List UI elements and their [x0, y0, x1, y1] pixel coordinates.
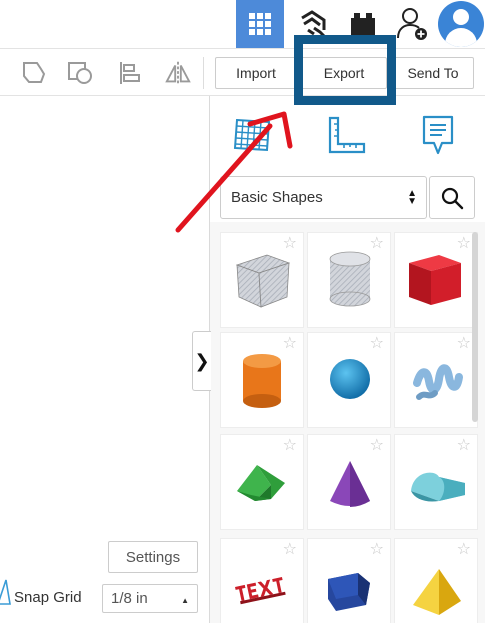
select-updown-icon: ▲ ▼ — [407, 188, 417, 207]
user-avatar-button[interactable] — [437, 0, 485, 48]
shape-tile-polygon[interactable]: ☆ — [307, 538, 391, 623]
snap-grid-label: Snap Grid — [14, 589, 82, 606]
favorite-star-icon[interactable]: ☆ — [457, 542, 471, 558]
shape-tile-round-roof[interactable]: ☆ — [394, 434, 478, 530]
user-avatar-icon — [438, 1, 484, 47]
favorite-star-icon[interactable]: ☆ — [370, 236, 384, 252]
favorite-star-icon[interactable]: ☆ — [457, 438, 471, 454]
send-to-button[interactable]: Send To — [392, 57, 474, 89]
shape-tile-cone[interactable]: ☆ — [307, 434, 391, 530]
ungroup-icon — [68, 62, 92, 84]
red-arrow-annotation — [175, 111, 293, 233]
ungroup-button[interactable] — [66, 59, 94, 87]
mirror-icon — [165, 61, 191, 85]
group-icon — [23, 62, 46, 83]
shape-library-grid: ☆ ☆ ☆ ☆ ☆ ☆ ☆ ☆ ☆ ☆ ☆ ☆ — [210, 222, 485, 623]
shape-tile-text[interactable]: ☆ — [220, 538, 304, 623]
favorite-star-icon[interactable]: ☆ — [457, 336, 471, 352]
snap-grid-select[interactable]: 1/8 in ▲ — [102, 584, 198, 613]
mirror-button[interactable] — [164, 59, 192, 87]
toolbar-divider — [203, 57, 204, 89]
favorite-star-icon[interactable]: ☆ — [283, 438, 297, 454]
snap-grid-icon — [0, 579, 11, 605]
bricks-icon — [351, 13, 375, 35]
shape-tile-scribble[interactable]: ☆ — [394, 332, 478, 428]
add-user-icon — [397, 8, 427, 40]
shape-tile-box-hole[interactable]: ☆ — [220, 232, 304, 328]
align-icon — [120, 62, 140, 84]
align-button[interactable] — [116, 59, 144, 87]
notes-icon — [422, 115, 454, 155]
dropdown-arrow-icon: ▲ — [181, 596, 189, 605]
tinkercad-editor: Import Export Send To Basic Shapes ▲ ▼ ☆… — [0, 0, 485, 623]
top-header — [0, 0, 485, 48]
shape-tile-roof[interactable]: ☆ — [220, 434, 304, 530]
shape-search-button[interactable] — [429, 176, 475, 219]
grid-view-button[interactable] — [236, 0, 284, 48]
group-button[interactable] — [20, 59, 48, 87]
snap-grid-value: 1/8 in — [111, 590, 148, 607]
export-highlight-box — [294, 35, 396, 105]
favorite-star-icon[interactable]: ☆ — [370, 542, 384, 558]
ruler-icon — [328, 116, 366, 154]
favorite-star-icon[interactable]: ☆ — [283, 336, 297, 352]
favorite-star-icon[interactable]: ☆ — [370, 438, 384, 454]
shape-tile-cylinder-hole[interactable]: ☆ — [307, 232, 391, 328]
edit-toolbar: Import Export Send To — [0, 48, 485, 96]
collapse-panel-button[interactable]: ❯ — [192, 331, 211, 391]
search-icon — [441, 187, 464, 209]
shape-tile-pyramid[interactable]: ☆ — [394, 538, 478, 623]
notes-tab[interactable] — [415, 112, 461, 158]
settings-button[interactable]: Settings — [108, 541, 198, 573]
grid-view-icon — [249, 13, 271, 35]
shape-list-scrollbar[interactable] — [472, 232, 478, 422]
ruler-tab[interactable] — [323, 112, 369, 158]
shape-tile-sphere[interactable]: ☆ — [307, 332, 391, 428]
shape-tile-cylinder[interactable]: ☆ — [220, 332, 304, 428]
favorite-star-icon[interactable]: ☆ — [370, 336, 384, 352]
favorite-star-icon[interactable]: ☆ — [457, 236, 471, 252]
chevron-right-icon: ❯ — [194, 350, 210, 371]
shape-tile-box[interactable]: ☆ — [394, 232, 478, 328]
favorite-star-icon[interactable]: ☆ — [283, 542, 297, 558]
import-button[interactable]: Import — [215, 57, 297, 89]
